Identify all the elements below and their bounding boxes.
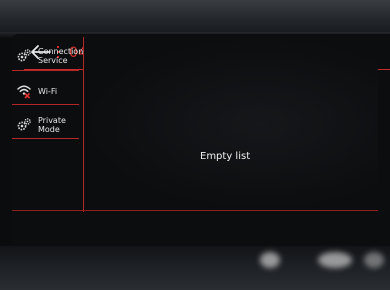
sidebar-item-label: Wi-Fi bbox=[38, 86, 58, 96]
wifi-off-icon bbox=[17, 85, 31, 99]
sidebar-item-connection-service[interactable]: Connection Service bbox=[12, 39, 92, 73]
main-content-area bbox=[84, 37, 378, 210]
sidebar-item-wifi[interactable]: Wi-Fi bbox=[12, 74, 92, 108]
sidebar-item-private-mode[interactable]: Private Mode bbox=[12, 108, 92, 142]
gears-icon bbox=[17, 49, 31, 62]
sidebar-item-label: Connection Service bbox=[38, 47, 84, 65]
light-reflection bbox=[260, 252, 280, 268]
sidebar-divider bbox=[12, 104, 79, 105]
dashboard-bezel-top bbox=[0, 0, 390, 38]
light-reflection bbox=[318, 252, 352, 268]
gears-icon bbox=[17, 118, 31, 131]
sidebar-item-label: Private Mode bbox=[38, 116, 66, 134]
sidebar-divider bbox=[12, 138, 79, 139]
sidebar: Connection Service Wi-Fi Private Mode bbox=[12, 37, 92, 207]
sidebar-border bbox=[83, 37, 84, 212]
empty-list-message: Empty list bbox=[200, 151, 251, 162]
screen-bottom-border bbox=[12, 210, 378, 211]
sidebar-divider bbox=[12, 70, 79, 71]
light-reflection bbox=[364, 252, 384, 268]
